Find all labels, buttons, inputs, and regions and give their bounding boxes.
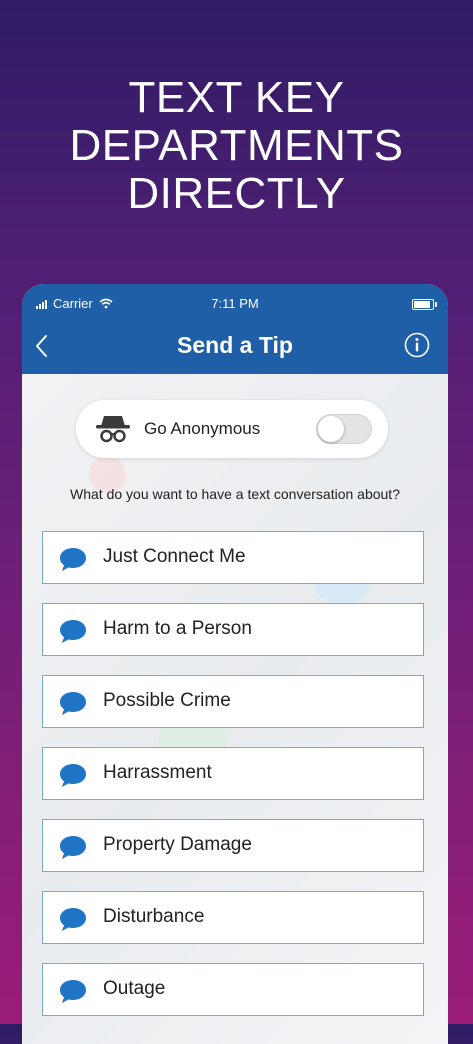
headline-line-2: DEPARTMENTS <box>69 121 404 170</box>
topic-button[interactable]: Just Connect Me <box>42 531 424 584</box>
conversation-prompt: What do you want to have a text conversa… <box>70 486 400 502</box>
phone-screen: Carrier 7:11 PM Send a Tip Go Anonymous … <box>22 284 448 1044</box>
topic-label: Disturbance <box>103 906 205 927</box>
topic-button[interactable]: Disturbance <box>42 891 424 944</box>
page-title: Send a Tip <box>177 332 293 358</box>
chat-bubble-icon <box>60 836 86 859</box>
marketing-headline: TEXT KEY DEPARTMENTS DIRECTLY <box>0 74 473 218</box>
status-bar: Carrier 7:11 PM <box>22 296 448 316</box>
topic-label: Outage <box>103 978 166 999</box>
topic-list: Just Connect Me Harm to a Person Possibl… <box>42 531 424 1035</box>
topic-button[interactable]: Harrassment <box>42 747 424 800</box>
chat-bubble-icon <box>60 692 86 715</box>
topic-label: Harm to a Person <box>103 618 252 639</box>
info-button[interactable] <box>404 332 430 358</box>
topic-label: Property Damage <box>103 834 252 855</box>
chat-bubble-icon <box>60 548 86 571</box>
headline-line-1: TEXT KEY <box>128 73 345 122</box>
anonymous-toggle-card: Go Anonymous <box>76 400 388 458</box>
topic-label: Possible Crime <box>103 690 231 711</box>
chat-bubble-icon <box>60 620 86 643</box>
topic-button[interactable]: Outage <box>42 963 424 1016</box>
status-time: 7:11 PM <box>211 296 259 311</box>
topic-button[interactable]: Property Damage <box>42 819 424 872</box>
battery-icon <box>412 299 437 310</box>
info-circle-icon <box>404 332 430 358</box>
headline-line-3: DIRECTLY <box>127 169 346 218</box>
switch-knob <box>318 416 344 442</box>
navigation-bar: Send a Tip <box>22 324 448 368</box>
chat-bubble-icon <box>60 764 86 787</box>
chat-bubble-icon <box>60 980 86 1003</box>
topic-label: Just Connect Me <box>103 546 246 567</box>
topic-button[interactable]: Harm to a Person <box>42 603 424 656</box>
chat-bubble-icon <box>60 908 86 931</box>
topic-button[interactable]: Possible Crime <box>42 675 424 728</box>
topic-label: Harrassment <box>103 762 212 783</box>
anonymous-label: Go Anonymous <box>144 419 261 438</box>
anonymous-switch[interactable] <box>316 414 372 444</box>
spy-icon <box>96 416 130 443</box>
top-bar: Carrier 7:11 PM Send a Tip <box>22 284 448 374</box>
